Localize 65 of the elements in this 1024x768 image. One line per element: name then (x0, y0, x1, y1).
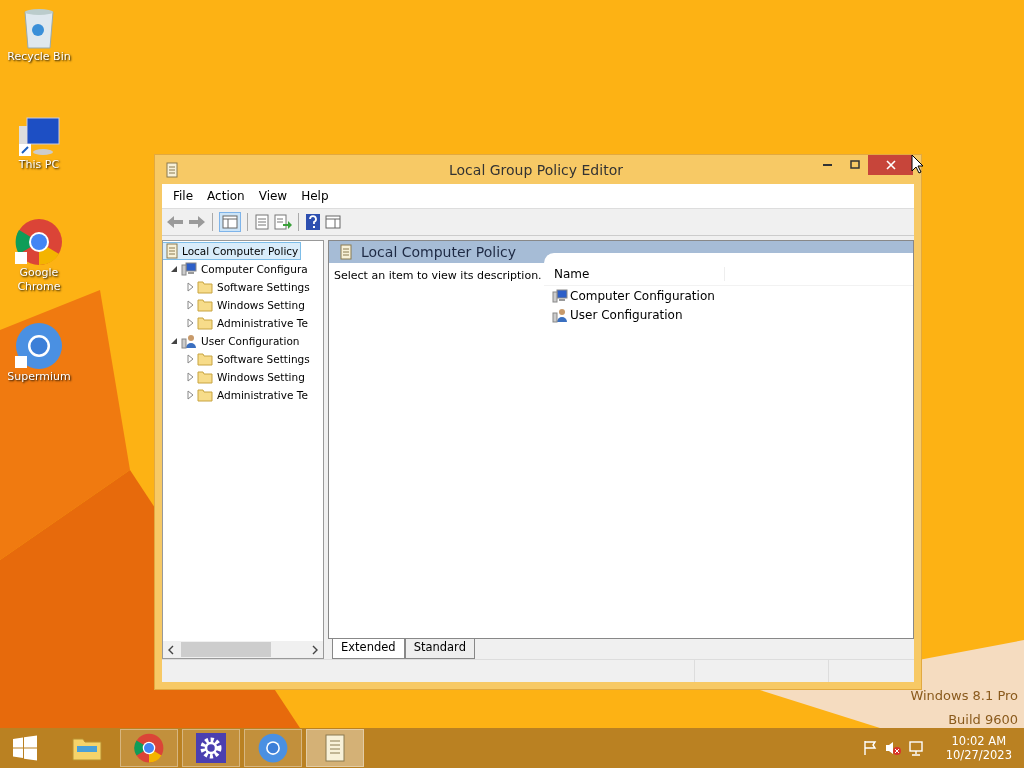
tree-item[interactable]: Windows Setting (215, 299, 307, 311)
menu-item[interactable]: Help (294, 189, 336, 203)
chrome-icon (134, 733, 164, 763)
folder-icon (197, 316, 213, 330)
folder-icon (197, 280, 213, 294)
menu-item[interactable]: Action (200, 189, 252, 203)
edition-watermark: Windows 8.1 Pro (910, 687, 1018, 705)
tree-item[interactable]: Administrative Te (215, 389, 310, 401)
browser-icon (258, 733, 288, 763)
computer-icon (552, 287, 568, 304)
flag-icon[interactable] (861, 740, 878, 756)
scroll-icon (165, 243, 179, 259)
browser-icon[interactable] (15, 322, 63, 370)
console-tree-icon[interactable] (219, 212, 241, 232)
mouse-pointer-icon (911, 154, 925, 174)
maximize-icon (849, 160, 860, 170)
folder-icon (197, 298, 213, 312)
view-tab[interactable]: Extended (332, 639, 405, 659)
folder-icon (197, 370, 213, 384)
folder-icon (197, 388, 213, 402)
expander-icon[interactable] (169, 264, 179, 274)
windows-start-icon[interactable] (12, 735, 38, 761)
menu-item[interactable]: File (166, 189, 201, 203)
scroll-icon (322, 733, 348, 763)
export-list-icon[interactable] (274, 214, 292, 230)
taskbar-button[interactable] (182, 729, 240, 767)
users-icon (181, 333, 197, 349)
tree-item[interactable]: Software Settings (215, 281, 312, 293)
users-icon (552, 306, 568, 323)
expander-icon[interactable] (169, 336, 179, 346)
tree-item[interactable]: Software Settings (215, 353, 312, 365)
horizontal-scrollbar[interactable] (163, 641, 323, 658)
view-tab[interactable]: Standard (404, 639, 475, 659)
scroll-left-icon[interactable] (167, 644, 175, 655)
close-button[interactable] (868, 155, 913, 175)
close-icon (885, 160, 896, 170)
scroll-right-icon[interactable] (311, 644, 319, 655)
scroll-icon (339, 244, 353, 260)
speaker-muted-icon[interactable] (883, 740, 902, 756)
back-arrow-icon[interactable] (166, 215, 184, 229)
computer-icon[interactable] (17, 114, 61, 158)
description-text: Select an item to view its description. (333, 268, 543, 284)
tree-item[interactable]: Administrative Te (215, 317, 310, 329)
tree-item[interactable]: User Configuration (199, 335, 302, 347)
tree-item[interactable]: Computer Configura (199, 263, 310, 275)
network-icon[interactable] (907, 740, 926, 756)
gear-icon (196, 733, 226, 763)
column-header[interactable]: Name (544, 267, 725, 281)
chrome-icon[interactable] (15, 218, 63, 266)
properties-icon[interactable] (254, 214, 270, 230)
help-icon[interactable] (305, 213, 321, 231)
folder-icon (197, 352, 213, 366)
list-item[interactable]: User Configuration (570, 307, 683, 322)
computer-icon (181, 261, 197, 277)
tree-item[interactable]: Local Computer Policy (163, 243, 301, 259)
tree-item[interactable]: Windows Setting (215, 371, 307, 383)
scroll-icon (165, 161, 179, 178)
pane-title: Local Computer Policy (361, 244, 517, 260)
menu-item[interactable]: View (251, 189, 295, 203)
minimize-icon (823, 164, 832, 166)
window-title: Local Group Policy Editor (449, 161, 623, 178)
action-pane-icon[interactable] (325, 214, 341, 230)
edition-watermark: Build 9600 (948, 711, 1018, 729)
forward-arrow-icon[interactable] (188, 215, 206, 229)
list-item[interactable]: Computer Configuration (570, 288, 715, 303)
